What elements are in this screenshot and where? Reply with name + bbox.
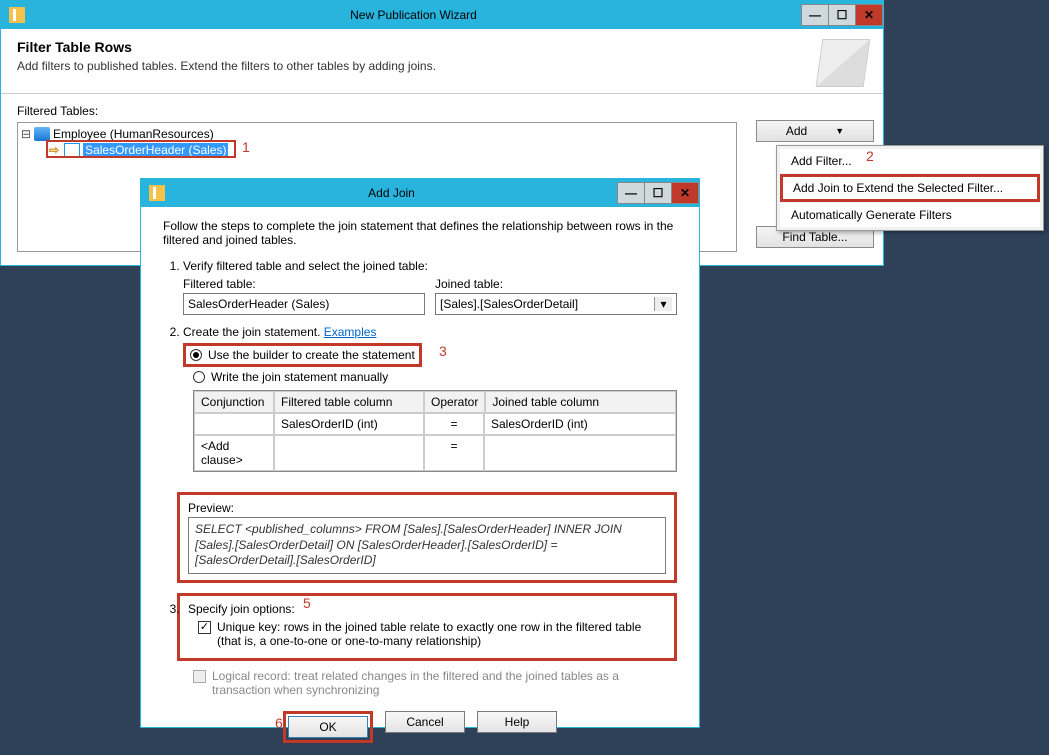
annotation-box-6: OK [283, 711, 373, 743]
annotation-box-4: Preview: SELECT <published_columns> FROM… [177, 492, 677, 583]
grid-header-operator: Operator [424, 391, 485, 413]
add-dropdown-button[interactable]: Add ▼ [756, 120, 874, 142]
radio-use-builder-label: Use the builder to create the statement [208, 348, 415, 362]
window-close-button[interactable]: ✕ [855, 4, 883, 26]
logical-record-checkbox [193, 670, 206, 683]
add-join-titlebar[interactable]: Add Join — ☐ ✕ [141, 179, 699, 207]
grid-cell[interactable]: SalesOrderID (int) [484, 413, 676, 435]
combobox-arrow-icon[interactable]: ▾ [654, 297, 672, 311]
dialog-minimize-button[interactable]: — [617, 182, 645, 204]
logical-record-label: Logical record: treat related changes in… [212, 669, 677, 697]
examples-link[interactable]: Examples [324, 325, 377, 339]
ok-button[interactable]: OK [288, 716, 368, 738]
wizard-icon [9, 7, 25, 23]
grid-cell[interactable] [194, 413, 274, 435]
header-title: Filter Table Rows [17, 39, 819, 55]
radio-write-manually-label: Write the join statement manually [211, 370, 388, 384]
grid-cell[interactable]: = [424, 435, 484, 471]
preview-label: Preview: [188, 501, 666, 515]
tree-root-label: Employee (HumanResources) [53, 127, 214, 141]
grid-header-filteredcol: Filtered table column [274, 391, 424, 413]
joined-table-combobox[interactable]: [Sales].[SalesOrderDetail] ▾ [435, 293, 677, 315]
wizard-graphic-icon [816, 39, 871, 87]
annotation-num-6: 6 [275, 715, 283, 731]
filtered-table-label: Filtered table: [183, 277, 425, 291]
radio-use-builder[interactable] [190, 349, 202, 361]
step-2: Create the join statement. Examples Use … [183, 325, 677, 583]
annotation-box-5: Specify join options: 5 Unique key: rows… [177, 593, 677, 661]
menu-add-join[interactable]: Add Join to Extend the Selected Filter..… [780, 174, 1040, 202]
header-desc: Add filters to published tables. Extend … [17, 59, 819, 73]
cancel-button[interactable]: Cancel [385, 711, 465, 733]
wizard-titlebar[interactable]: New Publication Wizard — ☐ ✕ [1, 1, 883, 29]
find-table-label: Find Table... [782, 230, 847, 244]
grid-cell[interactable]: = [424, 413, 484, 435]
dialog-close-button[interactable]: ✕ [671, 182, 699, 204]
dialog-icon [149, 185, 165, 201]
join-builder-grid[interactable]: Conjunction Filtered table column Operat… [193, 390, 677, 472]
annotation-box-3: Use the builder to create the statement [183, 343, 422, 367]
menu-add-filter[interactable]: Add Filter... [780, 149, 1040, 173]
joined-table-label: Joined table: [435, 277, 677, 291]
annotation-box-1 [46, 140, 236, 158]
add-join-dialog: Add Join — ☐ ✕ Follow the steps to compl… [140, 178, 700, 728]
grid-header-joinedcol: Joined table column [485, 391, 676, 413]
add-dropdown-menu: Add Filter... Add Join to Extend the Sel… [776, 145, 1044, 231]
grid-cell[interactable] [274, 435, 424, 471]
wizard-title: New Publication Wizard [25, 8, 802, 22]
annotation-num-1: 1 [242, 139, 250, 155]
menu-auto-generate[interactable]: Automatically Generate Filters [780, 203, 1040, 227]
tree-collapse-icon[interactable]: ⊟ [21, 127, 31, 142]
table-icon [34, 127, 50, 141]
annotation-num-2: 2 [866, 148, 874, 164]
window-maximize-button[interactable]: ☐ [828, 4, 856, 26]
grid-header-conjunction: Conjunction [194, 391, 274, 413]
annotation-num-5: 5 [303, 595, 311, 611]
filtered-tables-label: Filtered Tables: [17, 104, 867, 118]
wizard-header: Filter Table Rows Add filters to publish… [1, 29, 883, 94]
dropdown-arrow-icon: ▼ [835, 126, 844, 136]
annotation-num-3: 3 [439, 343, 447, 359]
filtered-table-field: SalesOrderHeader (Sales) [183, 293, 425, 315]
grid-cell[interactable]: SalesOrderID (int) [274, 413, 424, 435]
add-join-title: Add Join [165, 186, 618, 200]
preview-text: SELECT <published_columns> FROM [Sales].… [188, 517, 666, 574]
help-button[interactable]: Help [477, 711, 557, 733]
dialog-maximize-button[interactable]: ☐ [644, 182, 672, 204]
unique-key-checkbox[interactable] [198, 621, 211, 634]
add-button-label: Add [786, 124, 807, 138]
step-1: Verify filtered table and select the joi… [183, 259, 677, 315]
grid-cell-add-clause[interactable]: <Add clause> [194, 435, 274, 471]
radio-write-manually[interactable] [193, 371, 205, 383]
step-3: Specify join options: 5 Unique key: rows… [183, 593, 677, 697]
grid-cell[interactable] [484, 435, 676, 471]
window-minimize-button[interactable]: — [801, 4, 829, 26]
unique-key-label: Unique key: rows in the joined table rel… [217, 620, 666, 648]
add-join-intro: Follow the steps to complete the join st… [163, 219, 677, 247]
